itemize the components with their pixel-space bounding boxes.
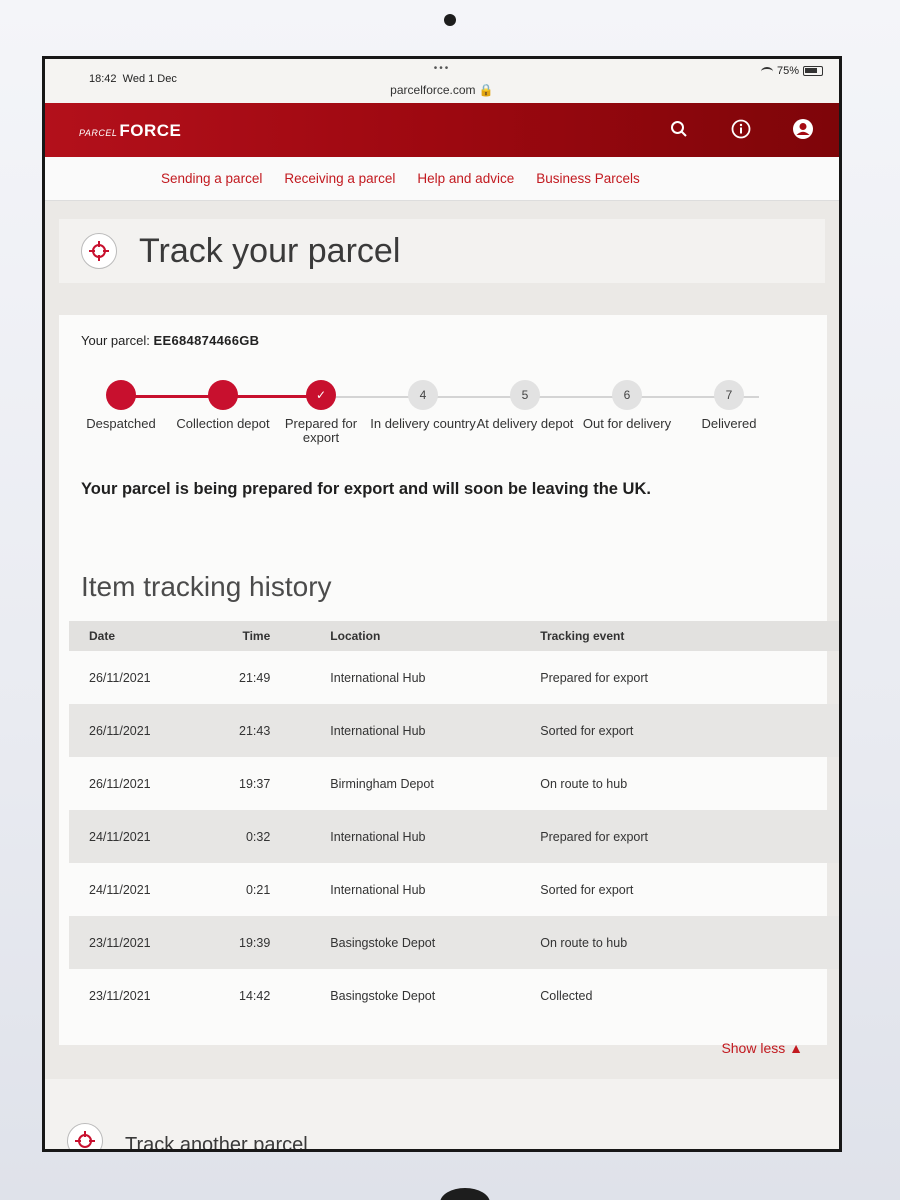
status-bar: 18:42 Wed 1 Dec ••• parcelforce.com 🔒 75…: [45, 59, 839, 103]
progress-step-dot: 4: [408, 380, 438, 410]
progress-step-dot: ✓: [306, 380, 336, 410]
cell-date: 23/11/2021: [69, 916, 219, 969]
col-time: Time: [219, 621, 311, 651]
track-another-title[interactable]: Track another parcel: [125, 1134, 308, 1149]
progress-step-dot: 2: [208, 380, 238, 410]
cell-time: 19:37: [239, 776, 271, 791]
cell-event: Prepared for export: [520, 810, 839, 863]
battery-percent: 75%: [776, 65, 799, 77]
status-message: Your parcel is being prepared for export…: [81, 480, 651, 498]
table-row: 26/11/2021 21:43 International Hub Sorted f…: [69, 704, 839, 757]
progress-step-label: Out for delivery: [582, 416, 672, 431]
cell-date: 24/11/2021: [89, 882, 151, 897]
nav-sending-a-parcel[interactable]: Sending a parcel: [161, 171, 262, 186]
progress-step: 1 Despatched: [66, 380, 176, 431]
progress-step: 6 Out for delivery: [572, 380, 682, 431]
nav-business-parcels[interactable]: Business Parcels: [536, 171, 640, 186]
cell-location: International Hub: [330, 670, 426, 685]
cell-date: 26/11/2021: [89, 670, 151, 685]
show-less-container: Show less ▲: [81, 1040, 807, 1058]
progress-step-dot: 7: [714, 380, 744, 410]
parcelforce-logo[interactable]: PARCEL FORCE: [79, 121, 181, 141]
home-button[interactable]: [440, 1188, 490, 1200]
table-row: 23/11/2021 14:42 Basingstoke Depot Collecte…: [69, 969, 839, 1022]
cell-event: On route to hub: [520, 916, 839, 969]
cell-location: Basingstoke Depot: [310, 916, 521, 969]
progress-step: 7 Delivered: [674, 380, 784, 431]
cell-location: Birmingham Depot: [330, 776, 434, 791]
battery-indicator: 75%: [760, 65, 823, 77]
progress-step-label: Despatched: [86, 416, 156, 431]
progress-step-label: Collection depot: [176, 416, 270, 431]
search-icon[interactable]: [667, 117, 691, 141]
info-icon[interactable]: [729, 117, 753, 141]
cell-time: 21:43: [219, 704, 311, 757]
progress-step: 2 Collection depot: [168, 380, 278, 431]
tab-dots[interactable]: •••: [45, 63, 839, 74]
progress-step-label: Delivered: [701, 416, 757, 431]
tracking-card: Your parcel: EE684874466GB 1 Despatched 2 C…: [59, 315, 839, 1056]
cell-date: 23/11/2021: [89, 988, 151, 1003]
target-icon: [67, 1123, 103, 1149]
progress-step-label: In delivery country: [370, 416, 476, 431]
cell-event: On route to hub: [540, 776, 628, 791]
progress-step: ✓ Prepared for export: [266, 380, 376, 446]
progress-step-label: Prepared for export: [284, 416, 358, 446]
cell-date: 26/11/2021: [69, 704, 219, 757]
cell-location: International Hub: [310, 810, 521, 863]
cell-location: Basingstoke Depot: [330, 988, 436, 1003]
cell-event: Collected: [540, 988, 593, 1003]
cell-time: 0:32: [219, 810, 311, 863]
target-icon: [81, 233, 117, 269]
cell-location: International Hub: [330, 882, 426, 897]
table-row: 23/11/2021 19:39 Basingstoke Depot On route…: [69, 916, 839, 969]
progress-step: 5 At delivery depot: [470, 380, 580, 431]
history-title: Item tracking history: [81, 571, 332, 602]
progress-tracker: 1 Despatched 2 Collection depot ✓ Prepared fo…: [81, 380, 807, 456]
nav-help-and-advice[interactable]: Help and advice: [417, 171, 514, 186]
cell-time: 0:21: [245, 882, 271, 897]
progress-step: 4 In delivery country: [368, 380, 478, 431]
page-title: Track your parcel: [139, 231, 401, 270]
battery-icon: [803, 66, 823, 76]
track-another-card: Track another parcel: [45, 1079, 839, 1149]
cell-location: International Hub: [310, 704, 521, 757]
history-header-row: Date Time Location Tracking event: [69, 621, 839, 651]
tablet-bezel: 18:42 Wed 1 Dec ••• parcelforce.com 🔒 75…: [0, 0, 900, 1200]
cell-event: Sorted for export: [520, 704, 839, 757]
site-header: PARCEL FORCE: [45, 103, 839, 157]
progress-step-label: At delivery depot: [476, 416, 574, 431]
screen: 18:42 Wed 1 Dec ••• parcelforce.com 🔒 75…: [42, 56, 842, 1152]
address-bar[interactable]: parcelforce.com 🔒: [45, 83, 839, 97]
cell-date: 26/11/2021: [89, 776, 151, 791]
parcel-id: Your parcel: EE684874466GB: [81, 333, 260, 348]
progress-step-dot: 5: [510, 380, 540, 410]
show-less-link[interactable]: Show less ▲: [721, 1040, 803, 1056]
title-card: Track your parcel: [59, 219, 825, 283]
progress-step-dot: 1: [106, 380, 136, 410]
table-row: 26/11/2021 19:37 Birmingham Depot On route …: [69, 757, 839, 810]
cell-time: 14:42: [239, 988, 271, 1003]
cell-event: Sorted for export: [540, 882, 634, 897]
progress-step-dot: 6: [612, 380, 642, 410]
cell-time: 19:39: [219, 916, 311, 969]
user-icon[interactable]: [791, 117, 815, 141]
history-table: Date Time Location Tracking event 26/11/…: [69, 621, 839, 1022]
table-row: 26/11/2021 21:49 International Hub Prepared…: [69, 651, 839, 704]
parcel-number: EE684874466GB: [153, 333, 260, 348]
col-date: Date: [69, 621, 219, 651]
wifi-icon: [760, 66, 773, 76]
col-event: Tracking event: [520, 621, 839, 651]
cell-date: 24/11/2021: [69, 810, 219, 863]
table-row: 24/11/2021 0:32 International Hub Prepared …: [69, 810, 839, 863]
front-camera: [444, 14, 456, 26]
nav-receiving-a-parcel[interactable]: Receiving a parcel: [284, 171, 395, 186]
cell-time: 21:49: [239, 670, 271, 685]
col-location: Location: [310, 621, 521, 651]
cell-event: Prepared for export: [540, 670, 648, 685]
main-nav: Sending a parcel Receiving a parcel Help…: [45, 157, 839, 201]
table-row: 24/11/2021 0:21 International Hub Sorted fo…: [69, 863, 839, 916]
